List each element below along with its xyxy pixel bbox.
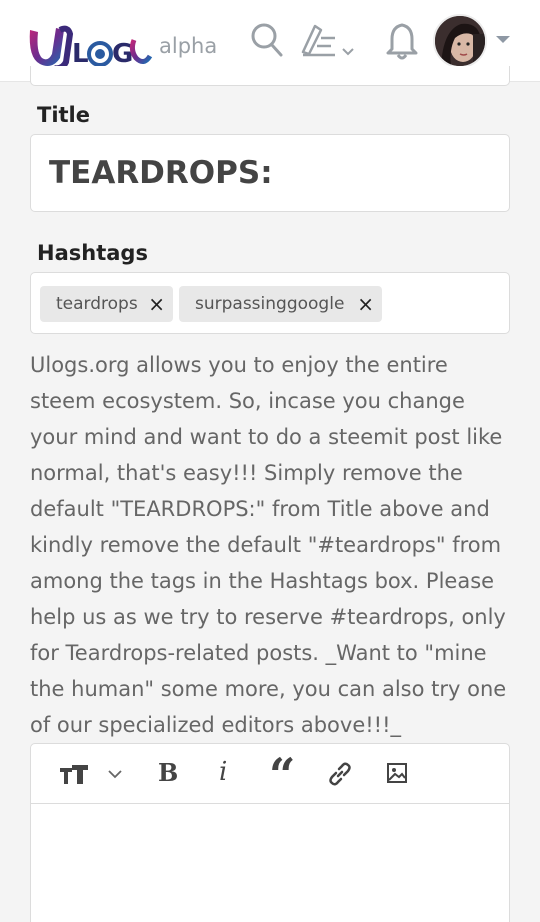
tag-label: teardrops <box>56 294 138 314</box>
tag-chip-surpassinggoogle: surpassinggoogle × <box>179 286 382 322</box>
bell-icon[interactable] <box>385 21 419 61</box>
hashtags-label: Hashtags <box>37 241 148 265</box>
pen-list-icon[interactable] <box>299 22 339 58</box>
editor-toolbar: B i “ <box>31 744 509 804</box>
title-input[interactable] <box>30 134 510 212</box>
alpha-badge: alpha <box>159 34 218 58</box>
editor-notice: Ulogs.org allows you to enjoy the entire… <box>30 353 507 737</box>
remove-tag-icon[interactable]: × <box>357 286 374 322</box>
avatar[interactable] <box>433 14 487 68</box>
tag-label: surpassinggoogle <box>195 294 345 314</box>
previous-field <box>30 66 510 86</box>
svg-text:G: G <box>112 39 133 69</box>
link-icon[interactable] <box>327 761 353 787</box>
remove-tag-icon[interactable]: × <box>148 286 165 322</box>
chevron-down-icon[interactable] <box>107 769 123 779</box>
caret-down-icon[interactable] <box>496 36 510 43</box>
italic-icon[interactable]: i <box>219 757 227 787</box>
title-label: Title <box>37 103 91 127</box>
search-icon[interactable] <box>250 22 284 58</box>
hashtags-input[interactable]: teardrops × surpassinggoogle × <box>30 272 510 334</box>
chevron-down-icon[interactable] <box>341 42 355 61</box>
editor-body[interactable] <box>31 805 509 922</box>
quote-icon[interactable]: “ <box>269 750 295 800</box>
svg-text:L: L <box>72 39 89 69</box>
tag-chip-teardrops: teardrops × <box>40 286 173 322</box>
heading-icon[interactable] <box>59 762 89 786</box>
markdown-editor: B i “ <box>30 743 510 922</box>
bold-icon[interactable]: B <box>158 758 178 787</box>
image-icon[interactable] <box>386 762 408 784</box>
